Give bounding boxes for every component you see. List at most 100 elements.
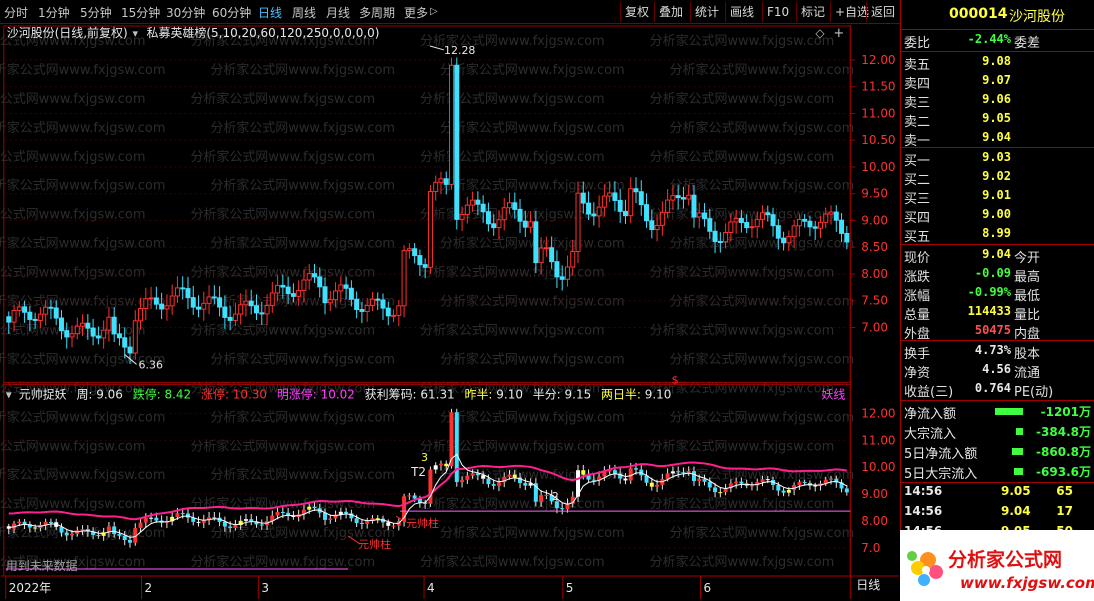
sub-candle-body <box>734 481 739 484</box>
f10-button[interactable]: F10 <box>762 2 793 22</box>
candle-body <box>90 327 96 337</box>
sub-candle-body <box>128 540 132 543</box>
candle-body <box>290 293 296 297</box>
watermark-text: 分析家公式网www.fxjgsw.com <box>190 438 375 454</box>
candle-body <box>169 295 175 307</box>
candle-body <box>111 316 117 335</box>
tab-30min[interactable]: 30分钟 <box>166 4 205 21</box>
candle-body <box>180 287 186 290</box>
candle-body <box>817 221 823 229</box>
candle-body <box>723 231 729 243</box>
ask-row[interactable]: 卖五 9.08 <box>901 53 1094 73</box>
candle-body <box>833 211 839 221</box>
bid-row[interactable]: 买二 9.02 <box>901 168 1094 188</box>
bid-row[interactable]: 买三 9.01 <box>901 187 1094 207</box>
watermark-text: 分析家公式网www.fxjgsw.com <box>0 438 145 454</box>
sub-candle-body <box>312 506 317 509</box>
sub-candle-body <box>465 475 470 480</box>
price-tick-label: 10.50 <box>861 133 895 147</box>
candle-body <box>53 307 59 319</box>
candle-body <box>549 247 555 263</box>
ask-row[interactable]: 卖四 9.07 <box>901 72 1094 92</box>
watermark-text: 分析家公式网www.fxjgsw.com <box>670 178 855 194</box>
kline-chart[interactable]: 分析家公式网www.fxjgsw.com 分析家公式网www.fxjgsw.com… <box>0 25 900 600</box>
daily-tag[interactable]: 日线 <box>856 578 880 592</box>
sub-candle-body <box>470 473 475 476</box>
flow-bar <box>995 408 1023 415</box>
bid-row[interactable]: 买四 9.00 <box>901 206 1094 226</box>
watermark-text: 分析家公式网www.fxjgsw.com <box>440 120 625 136</box>
more-arrow-icon[interactable]: ▷ <box>430 6 438 17</box>
collapse-icon[interactable]: ▾ <box>133 27 139 40</box>
mark-button[interactable]: 标记 <box>796 2 829 22</box>
watermark-text: 分析家公式网www.fxjgsw.com <box>0 120 165 136</box>
sub-candle-body <box>275 512 280 516</box>
tab-fenshi[interactable]: 分时 <box>4 4 28 21</box>
flow-bar <box>1012 448 1023 455</box>
candle-body <box>190 297 196 308</box>
date-axis: 2022年 2 3 4 5 6 <box>5 576 711 600</box>
draw-button[interactable]: 画线 <box>725 2 758 22</box>
expand-icon[interactable]: + <box>833 26 844 41</box>
back-button[interactable]: 返回 <box>866 2 899 22</box>
candle-body <box>22 306 28 313</box>
tab-daily[interactable]: 日线 <box>258 4 282 21</box>
price-tick-label: 7.00 <box>861 320 888 334</box>
tab-5min[interactable]: 5分钟 <box>80 4 112 21</box>
money-flow-row: 5日净流入额 -860.8万 <box>904 445 1091 462</box>
tab-multi-period[interactable]: 多周期 <box>359 4 395 21</box>
candle-body <box>675 195 681 199</box>
bid-row[interactable]: 买五 8.99 <box>901 225 1094 245</box>
watermark-text: 分析家公式网www.fxjgsw.com <box>210 467 395 483</box>
candle-body <box>570 250 576 268</box>
candle-body <box>522 220 528 228</box>
price-tick-label: 12.00 <box>861 53 895 67</box>
candle-body <box>401 250 407 307</box>
stock-title: 沙河股份(日线,前复权) <box>7 25 128 40</box>
stat-row: 现价 9.04 今开 <box>904 247 1041 266</box>
candle-body <box>64 330 70 338</box>
diamond-icon[interactable]: ◇ <box>815 26 825 40</box>
candle-body <box>607 192 613 197</box>
tab-more[interactable]: 更多 <box>404 4 428 21</box>
candle-body <box>106 316 112 331</box>
tab-1min[interactable]: 1分钟 <box>38 4 70 21</box>
ask-row[interactable]: 卖二 9.05 <box>901 110 1094 130</box>
ask-row[interactable]: 卖三 9.06 <box>901 91 1094 111</box>
fuquan-button[interactable]: 复权 <box>620 2 653 22</box>
sub-candle-body <box>249 519 254 522</box>
tab-60min[interactable]: 60分钟 <box>212 4 251 21</box>
fundamental-row: 换手 4.73% 股本 <box>904 343 1041 362</box>
candle-body <box>601 195 607 208</box>
candle-body <box>738 217 744 223</box>
sub-candle-body <box>739 481 744 484</box>
candle-body <box>101 329 107 339</box>
watermark-text: 分析家公式网www.fxjgsw.com <box>0 149 145 165</box>
candle-body <box>238 304 244 315</box>
candle-body <box>406 248 412 252</box>
sub-candle-body <box>628 468 633 481</box>
ask-row[interactable]: 卖一 9.04 <box>901 129 1094 149</box>
watermark-text: 分析家公式网www.fxjgsw.com <box>420 265 605 281</box>
stock-name: 沙河股份 <box>1009 9 1065 25</box>
candle-body <box>844 232 850 243</box>
overlay-button[interactable]: 叠加 <box>654 2 687 22</box>
tab-15min[interactable]: 15分钟 <box>121 4 160 21</box>
money-flow-row: 5日大宗流入 -693.6万 <box>904 465 1091 482</box>
tab-monthly[interactable]: 月线 <box>326 4 350 21</box>
date-tick-label: 3 <box>261 581 269 595</box>
stat-row: 外盘 50475 内盘 <box>904 323 1041 342</box>
watermark-text: 分析家公式网www.fxjgsw.com <box>670 409 855 425</box>
tab-weekly[interactable]: 周线 <box>292 4 316 21</box>
candle-body <box>707 218 713 232</box>
sub-candle-body <box>713 487 718 493</box>
candle-body <box>6 316 12 323</box>
sub-tick-label: 11.00 <box>861 433 895 447</box>
candle-body <box>396 305 402 316</box>
bid-row[interactable]: 买一 9.03 <box>901 149 1094 169</box>
indicator-title: 私募英雄榜(5,10,20,60,120,250,0,0,0,0) <box>147 25 380 40</box>
dollar-mark: $ <box>672 373 679 386</box>
stats-button[interactable]: 统计 <box>690 2 723 22</box>
money-flow-row: 大宗流入 -384.8万 <box>904 425 1091 442</box>
candle-body <box>153 297 159 305</box>
